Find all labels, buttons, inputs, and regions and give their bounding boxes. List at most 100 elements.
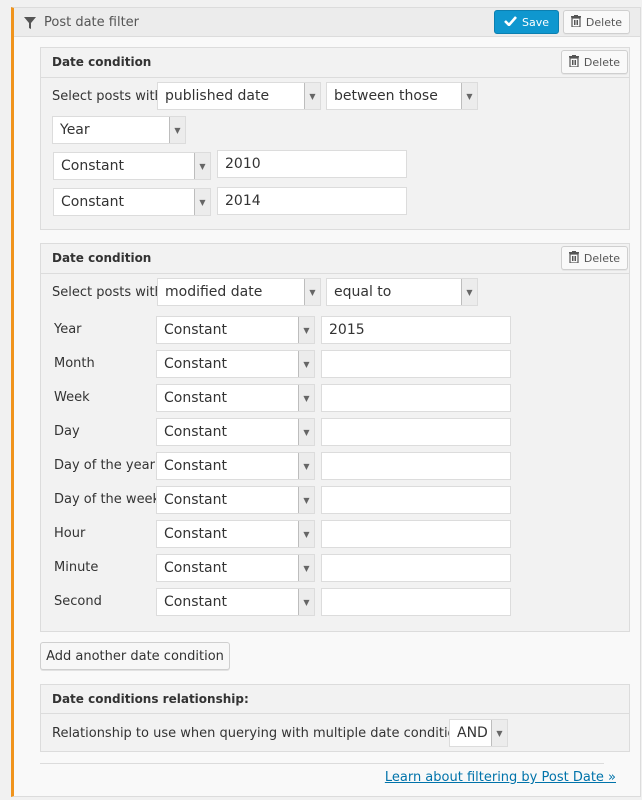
- relationship-header: Date conditions relationship:: [41, 685, 629, 714]
- value-input[interactable]: [321, 452, 511, 480]
- value-type-select[interactable]: Constant ▼: [156, 316, 315, 344]
- value-type-value: Constant: [164, 492, 227, 508]
- value-text: 2014: [225, 193, 261, 209]
- value-input[interactable]: [321, 520, 511, 548]
- value-input[interactable]: 2010: [217, 150, 407, 178]
- value-type-value: Constant: [164, 322, 227, 338]
- add-date-condition-button[interactable]: Add another date condition: [40, 642, 230, 670]
- filter-icon: [24, 16, 36, 29]
- value-input[interactable]: [321, 554, 511, 582]
- delete-label: Delete: [583, 55, 621, 69]
- chevron-down-icon: ▼: [298, 589, 314, 615]
- divider: [40, 763, 604, 764]
- chevron-down-icon: ▼: [298, 521, 314, 547]
- row-label: Month: [54, 356, 95, 371]
- checkmark-icon: [504, 15, 517, 29]
- unit-select[interactable]: Year ▼: [52, 116, 186, 144]
- comparison-select[interactable]: between those ▼: [326, 82, 478, 110]
- value-input[interactable]: [321, 350, 511, 378]
- value-type-value: Constant: [164, 594, 227, 610]
- row-label: Day of the week: [54, 492, 161, 507]
- date-condition-1: Date condition Delete Select posts with …: [40, 47, 630, 230]
- chevron-down-icon: ▼: [298, 555, 314, 581]
- value-type-select[interactable]: Constant ▼: [156, 418, 315, 446]
- value-input[interactable]: [321, 418, 511, 446]
- value-input[interactable]: [321, 384, 511, 412]
- chevron-down-icon: ▼: [304, 279, 320, 305]
- chevron-down-icon: ▼: [298, 453, 314, 479]
- date-field-value: modified date: [165, 284, 263, 300]
- chevron-down-icon: ▼: [461, 83, 477, 109]
- row-label: Minute: [54, 560, 99, 575]
- delete-label: Delete: [585, 15, 623, 29]
- relationship-section: Date conditions relationship: Relationsh…: [40, 684, 630, 752]
- chevron-down-icon: ▼: [298, 419, 314, 445]
- chevron-down-icon: ▼: [194, 189, 210, 215]
- condition-header: Date condition Delete: [41, 48, 629, 78]
- row-label: Hour: [54, 526, 86, 541]
- chevron-down-icon: ▼: [169, 117, 185, 143]
- trash-icon: [568, 54, 579, 70]
- value-type-select[interactable]: Constant ▼: [156, 452, 315, 480]
- date-field-select[interactable]: modified date ▼: [157, 278, 321, 306]
- value-type-select[interactable]: Constant ▼: [156, 588, 315, 616]
- value-type-select[interactable]: Constant ▼: [156, 384, 315, 412]
- panel-title: Post date filter: [24, 15, 139, 30]
- learn-more-link[interactable]: Learn about filtering by Post Date »: [385, 770, 616, 785]
- value-type-value: Constant: [164, 390, 227, 406]
- row-label: Day: [54, 424, 80, 439]
- value-type-select[interactable]: Constant ▼: [156, 486, 315, 514]
- value-type-value: Constant: [61, 158, 124, 174]
- relationship-label: Relationship to use when querying with m…: [52, 726, 475, 741]
- value-type-value: Constant: [164, 560, 227, 576]
- relationship-title: Date conditions relationship:: [52, 692, 249, 706]
- trash-icon: [570, 14, 581, 30]
- value-input[interactable]: 2015: [321, 316, 511, 344]
- row-label: Day of the year: [54, 458, 155, 473]
- chevron-down-icon: ▼: [298, 385, 314, 411]
- value-type-select[interactable]: Constant ▼: [156, 554, 315, 582]
- chevron-down-icon: ▼: [298, 351, 314, 377]
- delete-label: Delete: [583, 251, 621, 265]
- value-type-select[interactable]: Constant ▼: [53, 188, 211, 216]
- value-type-value: Constant: [61, 194, 124, 210]
- value-input[interactable]: 2014: [217, 187, 407, 215]
- select-posts-label: Select posts with: [52, 285, 163, 300]
- value-text: 2010: [225, 156, 261, 172]
- value-type-select[interactable]: Constant ▼: [156, 520, 315, 548]
- chevron-down-icon: ▼: [194, 153, 210, 179]
- chevron-down-icon: ▼: [461, 279, 477, 305]
- date-condition-2: Date condition Delete Select posts with …: [40, 243, 630, 632]
- comparison-select[interactable]: equal to ▼: [326, 278, 478, 306]
- condition-title: Date condition: [52, 55, 152, 69]
- row-label: Second: [54, 594, 102, 609]
- chevron-down-icon: ▼: [304, 83, 320, 109]
- panel-header: Post date filter Save Delete: [14, 8, 640, 37]
- value-text: 2015: [329, 322, 365, 338]
- save-label: Save: [521, 15, 549, 29]
- value-input[interactable]: [321, 588, 511, 616]
- trash-icon: [568, 250, 579, 266]
- delete-filter-button[interactable]: Delete: [563, 10, 630, 34]
- value-type-value: Constant: [164, 526, 227, 542]
- post-date-filter-panel: Post date filter Save Delete Date condit…: [11, 7, 641, 797]
- value-type-value: Constant: [164, 424, 227, 440]
- delete-condition-button[interactable]: Delete: [561, 50, 628, 74]
- condition-header: Date condition Delete: [41, 244, 629, 274]
- chevron-down-icon: ▼: [298, 317, 314, 343]
- save-button[interactable]: Save: [494, 10, 559, 34]
- relationship-select[interactable]: AND ▼: [449, 719, 508, 747]
- condition-title: Date condition: [52, 251, 152, 265]
- value-type-select[interactable]: Constant ▼: [53, 152, 211, 180]
- value-type-value: Constant: [164, 458, 227, 474]
- date-field-select[interactable]: published date ▼: [157, 82, 321, 110]
- unit-value: Year: [60, 122, 90, 138]
- value-type-select[interactable]: Constant ▼: [156, 350, 315, 378]
- select-posts-label: Select posts with: [52, 89, 163, 104]
- panel-title-text: Post date filter: [44, 15, 140, 30]
- chevron-down-icon: ▼: [298, 487, 314, 513]
- delete-condition-button[interactable]: Delete: [561, 246, 628, 270]
- value-type-value: Constant: [164, 356, 227, 372]
- value-input[interactable]: [321, 486, 511, 514]
- comparison-value: equal to: [334, 284, 392, 300]
